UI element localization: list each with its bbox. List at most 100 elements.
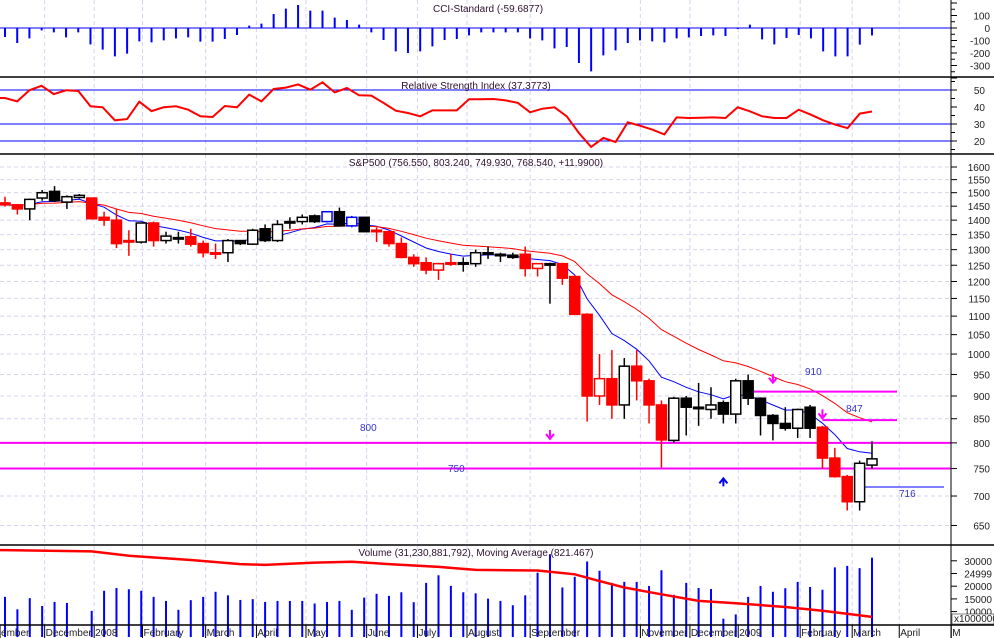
price-tick-label: 1050	[968, 331, 991, 342]
candle-body	[0, 202, 11, 206]
candle	[61, 195, 73, 209]
candle	[606, 350, 618, 419]
candle	[829, 447, 841, 478]
cci-tick-label: -200	[970, 49, 990, 60]
candle	[271, 220, 284, 243]
candle-body	[197, 242, 209, 254]
candle-body	[73, 194, 86, 199]
candle-body	[593, 377, 606, 397]
candle	[24, 198, 36, 221]
month-label: 2009	[739, 628, 762, 638]
month-label: July	[418, 628, 436, 638]
volume-tick-label: 20000	[964, 582, 992, 593]
month-label: April	[900, 628, 920, 638]
candle-body	[445, 261, 457, 265]
candle-body	[24, 198, 36, 210]
candle	[185, 228, 197, 247]
panel-frames	[0, 0, 994, 638]
price-tick-label: 1400	[968, 216, 991, 227]
level-label: 847	[846, 404, 863, 415]
month-label: August	[468, 628, 499, 638]
candle	[482, 246, 494, 259]
candle	[494, 252, 507, 263]
month-label: December	[691, 628, 738, 638]
price-tick-label: 1150	[968, 294, 990, 305]
price-title: S&P500 (756.550, 803.240, 749.930, 768.5…	[349, 158, 603, 169]
candle-body	[420, 261, 432, 271]
up-arrow-icon	[718, 476, 729, 487]
candle	[593, 354, 606, 405]
month-label: September	[531, 628, 581, 638]
axes: ember December 2008 February March April May Ju…	[0, 2, 994, 638]
month-label: June	[368, 628, 390, 638]
candle	[866, 441, 878, 469]
down-arrow-icon	[817, 409, 828, 421]
candle	[841, 474, 853, 511]
candle	[36, 190, 48, 201]
candle-body	[829, 457, 841, 478]
candle-body	[482, 251, 494, 255]
candle-body	[494, 253, 507, 257]
candle-body	[147, 222, 160, 242]
candle-body	[11, 204, 24, 210]
candle-body	[816, 426, 829, 459]
candle-body	[469, 251, 482, 265]
candle-body	[271, 223, 284, 242]
price-tick-label: 800	[973, 439, 990, 450]
candle-body	[110, 219, 123, 245]
candle	[209, 243, 222, 259]
candle	[296, 214, 309, 225]
candle-body	[730, 380, 742, 415]
candle-body	[36, 191, 48, 199]
candle	[779, 407, 792, 431]
candle	[668, 396, 680, 443]
candle-body	[308, 215, 321, 223]
candle-body	[222, 239, 234, 254]
candle-body	[680, 397, 692, 408]
candle-body	[259, 228, 271, 242]
price-tick-label: 700	[973, 492, 990, 503]
down-arrow-icon	[545, 429, 555, 441]
month-label: December	[46, 628, 93, 638]
price-tick-label: 1200	[968, 277, 991, 288]
candle-body	[568, 275, 581, 316]
candle-body	[296, 216, 309, 223]
month-label: February	[801, 628, 841, 638]
candle-body	[346, 216, 358, 227]
volume-title: Volume (31,230,881,792), Moving Average …	[359, 548, 594, 559]
candle-body	[407, 256, 420, 265]
candle	[395, 237, 408, 259]
candle-body	[333, 210, 346, 227]
cci-tick-label: -300	[970, 62, 990, 73]
candle	[730, 378, 742, 424]
price-tick-label: 950	[973, 370, 990, 381]
candle	[469, 249, 482, 267]
cci-tick-label: 0	[984, 24, 990, 35]
level-label: 750	[448, 464, 465, 475]
candle-body	[358, 216, 370, 233]
volume-panel	[0, 548, 873, 637]
candle	[73, 194, 86, 199]
rsi-tick-label: 40	[974, 103, 986, 114]
candle-body	[544, 262, 556, 266]
candle	[432, 262, 445, 280]
stock-chart: 800750910847716 ember December 2008 Februar…	[0, 0, 994, 638]
candle	[85, 197, 98, 220]
candle-body	[457, 261, 470, 265]
candle	[568, 275, 581, 316]
candle	[172, 231, 185, 244]
candle-body	[606, 377, 618, 406]
volume-tick-label: 15000	[964, 595, 992, 606]
candle-body	[209, 251, 222, 255]
candle	[197, 240, 209, 258]
candle	[259, 224, 271, 243]
candle	[98, 211, 110, 226]
candle-body	[284, 220, 296, 224]
price-tick-label: 1450	[968, 202, 991, 213]
price-tick-label: 850	[973, 415, 990, 426]
level-label: 910	[805, 367, 822, 378]
candle-body	[321, 210, 333, 223]
candle-body	[791, 408, 804, 429]
volume-tick-label: 24999	[964, 570, 992, 581]
candle-body	[507, 254, 519, 259]
